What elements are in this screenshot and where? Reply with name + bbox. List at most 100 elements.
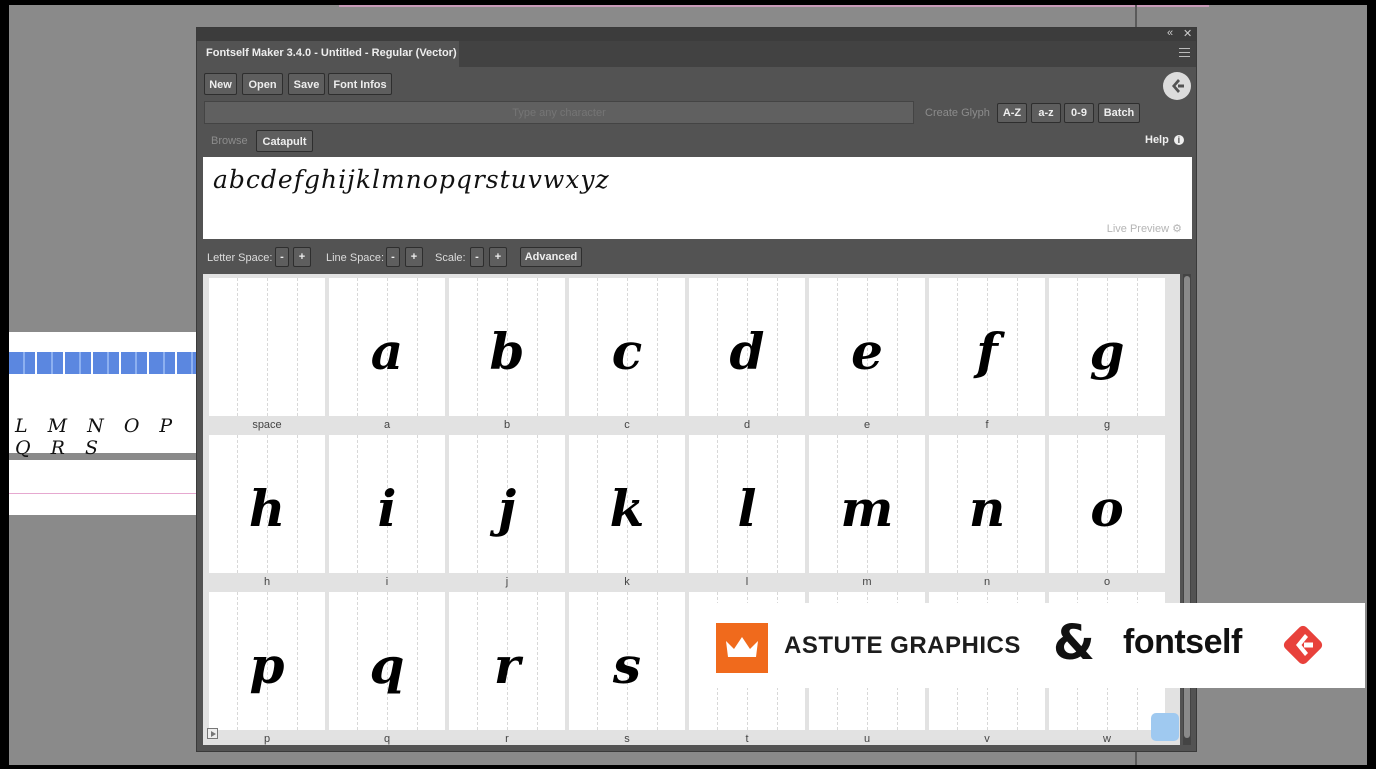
info-icon: i [1173, 135, 1184, 145]
glyph-preview: h [248, 479, 286, 538]
glyph-cell[interactable]: i [329, 435, 445, 573]
panel-tab-bar: Fontself Maker 3.4.0 - Untitled - Regula… [197, 41, 1196, 84]
scale-minus[interactable]: - [470, 247, 484, 267]
glyph-label: o [1103, 576, 1111, 588]
catapult-tab[interactable]: Catapult [256, 130, 313, 152]
glyph-label: d [743, 419, 751, 431]
glyph-cell[interactable]: p [209, 592, 325, 730]
letter-space-plus[interactable]: + [293, 247, 311, 267]
glyph-cell[interactable]: h [209, 435, 325, 573]
artboard-guides [9, 460, 197, 515]
glyph-label: m [862, 576, 872, 588]
glyph-label: p [263, 733, 271, 745]
glyph-cell[interactable]: k [569, 435, 685, 573]
help-link[interactable]: Help i [1145, 134, 1184, 146]
glyph-label: i [385, 576, 389, 588]
glyph-cell[interactable]: m [809, 435, 925, 573]
canvas-top-line [339, 5, 1209, 7]
artboard-uppercase: L M N O P Q R S [9, 401, 197, 459]
glyph-label: f [985, 419, 989, 431]
collapse-icon[interactable]: « [1167, 27, 1173, 39]
glyph-cell[interactable]: g [1049, 278, 1165, 416]
glyph-cell[interactable]: d [689, 278, 805, 416]
glyph-preview: e [851, 322, 883, 381]
save-button[interactable]: Save [288, 73, 325, 95]
advanced-button[interactable]: Advanced [520, 247, 582, 267]
pink-guide-line [9, 493, 197, 494]
glyph-label: g [1103, 419, 1111, 431]
gear-icon: ⚙ [1172, 223, 1182, 235]
play-icon[interactable] [207, 728, 218, 739]
letter-space-label: Letter Space: [207, 252, 273, 264]
glyph-label: q [383, 733, 391, 745]
glyph-cell[interactable]: n [929, 435, 1045, 573]
glyph-preview: m [840, 479, 894, 538]
glyph-cell[interactable]: e [809, 278, 925, 416]
glyph-preview: k [609, 479, 645, 538]
glyph-preview: c [611, 322, 643, 381]
glyph-label: t [745, 733, 749, 745]
glyph-preview: g [1089, 322, 1125, 381]
glyph-preview: a [370, 322, 404, 381]
glyph-preview: o [1090, 479, 1124, 538]
new-button[interactable]: New [204, 73, 237, 95]
glyph-guide-line [267, 278, 268, 416]
font-infos-button[interactable]: Font Infos [328, 73, 392, 95]
live-preview-area[interactable]: abcdefghijklmnopqrstuvwxyz Live Preview … [203, 157, 1192, 239]
glyph-cell[interactable]: r [449, 592, 565, 730]
glyph-preview: l [737, 479, 757, 538]
astute-graphics-logo: ASTUTE GRAPHICS [784, 632, 1021, 659]
live-preview-toggle[interactable]: Live Preview ⚙ [1107, 222, 1182, 235]
glyph-preview: q [369, 636, 405, 695]
chat-bubble-icon[interactable] [1151, 713, 1179, 741]
glyph-cell[interactable]: f [929, 278, 1045, 416]
spacing-controls: Letter Space: - + Line Space: - + Scale:… [197, 243, 1196, 273]
glyph-cell[interactable]: c [569, 278, 685, 416]
panel-menu-icon[interactable] [1179, 48, 1190, 60]
glyph-cell[interactable]: b [449, 278, 565, 416]
glyph-label: w [1103, 733, 1111, 745]
scale-plus[interactable]: + [489, 247, 507, 267]
batch-button[interactable]: Batch [1098, 103, 1140, 123]
glyph-preview: d [729, 322, 765, 381]
glyph-preview: b [489, 322, 525, 381]
preview-text[interactable]: abcdefghijklmnopqrstuvwxyz [213, 165, 610, 194]
line-space-label: Line Space: [326, 252, 385, 264]
open-button[interactable]: Open [242, 73, 283, 95]
uppercase-button[interactable]: A-Z [997, 103, 1027, 123]
glyph-cell[interactable]: j [449, 435, 565, 573]
glyph-cell[interactable]: o [1049, 435, 1165, 573]
glyph-label: c [624, 419, 630, 431]
glyph-label: u [863, 733, 871, 745]
lowercase-button[interactable]: a-z [1031, 103, 1061, 123]
uppercase-sample: L M N O P Q R S [15, 415, 180, 459]
glyph-label: n [983, 576, 991, 588]
glyph-cell[interactable] [209, 278, 325, 416]
glyph-cell[interactable]: q [329, 592, 445, 730]
glyph-cell[interactable]: l [689, 435, 805, 573]
panel-title-strip: « ✕ [197, 27, 1196, 41]
glyph-label: b [503, 419, 511, 431]
panel-tab[interactable]: Fontself Maker 3.4.0 - Untitled - Regula… [197, 41, 459, 84]
line-space-minus[interactable]: - [386, 247, 400, 267]
fontself-logo-icon[interactable] [1163, 72, 1191, 100]
character-input[interactable] [204, 101, 914, 124]
close-icon[interactable]: ✕ [1183, 27, 1192, 40]
fontself-diamond-icon [1279, 621, 1327, 669]
fontself-wordmark: fontself [1123, 623, 1242, 661]
sponsor-banner: ASTUTE GRAPHICS & fontself [691, 603, 1365, 688]
glyph-cell[interactable]: a [329, 278, 445, 416]
glyph-preview: n [968, 479, 1006, 538]
create-glyph-label: Create Glyph [925, 107, 990, 119]
glyph-label: a [383, 419, 391, 431]
browse-tab[interactable]: Browse [211, 135, 248, 147]
glyph-preview: i [377, 479, 397, 538]
glyph-label: e [863, 419, 871, 431]
blue-letter-strip [9, 352, 197, 374]
live-preview-label: Live Preview [1106, 223, 1170, 235]
glyph-cell[interactable]: s [569, 592, 685, 730]
glyph-preview: p [249, 636, 285, 695]
digits-button[interactable]: 0-9 [1064, 103, 1094, 123]
letter-space-minus[interactable]: - [275, 247, 289, 267]
line-space-plus[interactable]: + [405, 247, 423, 267]
